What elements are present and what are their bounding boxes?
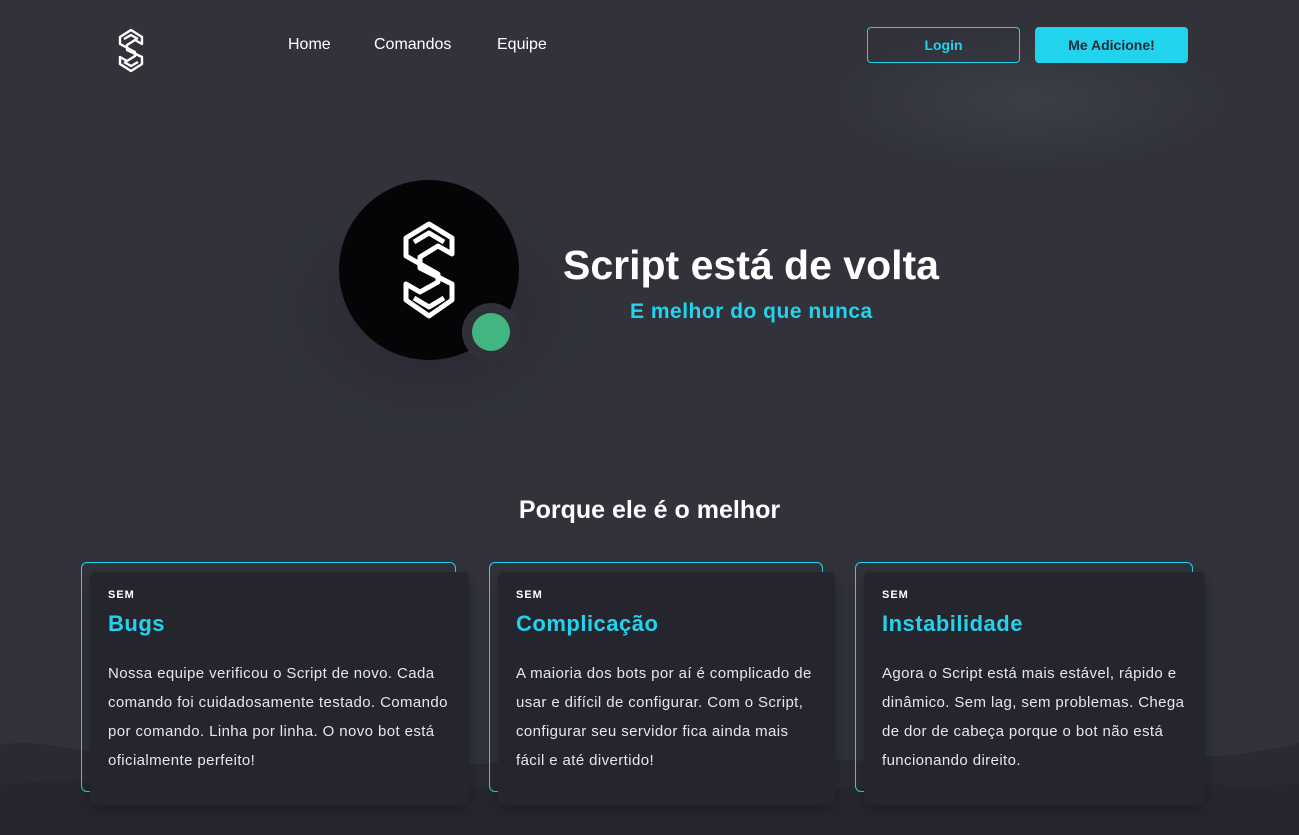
card-kicker: SEM <box>108 589 135 601</box>
script-logo-icon <box>403 221 455 319</box>
card-text: A maioria dos bots por aí é complicado d… <box>516 665 812 769</box>
feature-card-instabilidade: SEM Instabilidade Agora o Script está ma… <box>864 572 1205 805</box>
status-indicator <box>462 303 520 361</box>
card-text: Nossa equipe verificou o Script de novo.… <box>108 665 448 769</box>
card-title: Complicação <box>516 611 659 636</box>
card-title: Bugs <box>108 611 165 636</box>
logo-icon[interactable] <box>115 27 147 73</box>
card-text: Agora o Script está mais estável, rápido… <box>882 665 1185 769</box>
nav-home-link[interactable]: Home <box>288 36 331 54</box>
features-title: Porque ele é o melhor <box>518 496 781 524</box>
feature-card-complicacao: SEM Complicação A maioria dos bots por a… <box>498 572 835 805</box>
card-kicker: SEM <box>516 589 543 601</box>
login-button[interactable]: Login <box>867 27 1020 63</box>
card-title: Instabilidade <box>882 611 1023 636</box>
nav-comandos-link[interactable]: Comandos <box>374 36 451 54</box>
card-kicker: SEM <box>882 589 909 601</box>
add-bot-button[interactable]: Me Adicione! <box>1035 27 1188 63</box>
hero-subtitle: E melhor do que nunca <box>630 300 873 323</box>
nav-equipe-link[interactable]: Equipe <box>497 36 547 54</box>
hero-title: Script está de volta <box>563 242 939 288</box>
feature-card-bugs: SEM Bugs Nossa equipe verificou o Script… <box>90 572 469 805</box>
online-status-dot <box>472 313 510 351</box>
